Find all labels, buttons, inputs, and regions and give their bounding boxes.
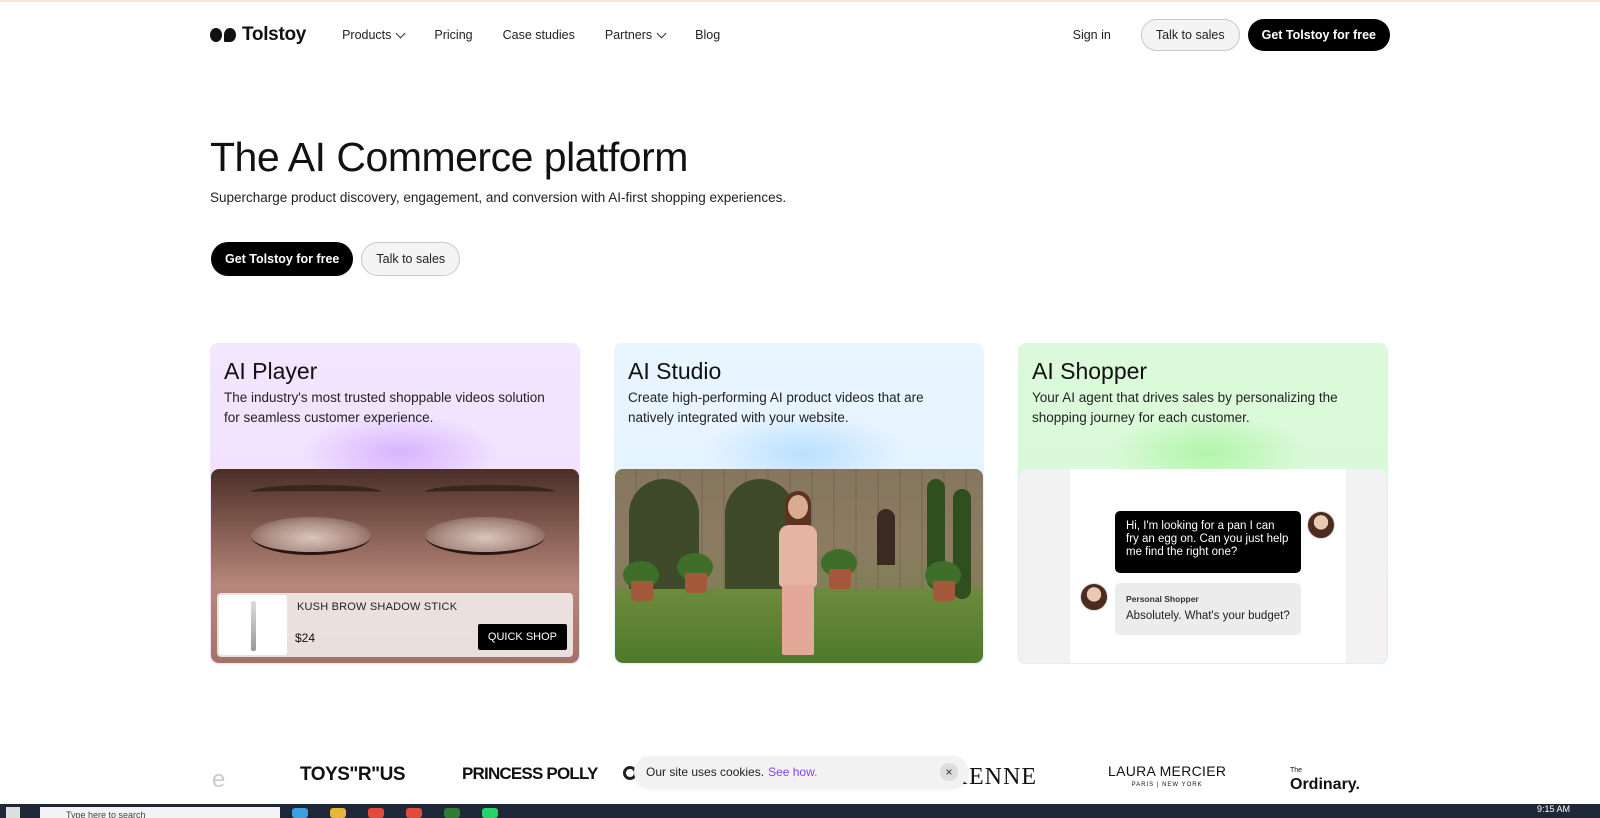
product-price: $24 — [295, 631, 316, 645]
pot — [631, 581, 653, 601]
cookie-see-how-link[interactable]: See how. — [768, 765, 817, 779]
nav-item-pricing[interactable]: Pricing — [434, 28, 472, 42]
user-avatar — [1307, 511, 1335, 539]
the-ordinary-wordmark: Ordinary. — [1290, 776, 1360, 793]
quick-shop-button[interactable]: QUICK SHOP — [477, 624, 567, 650]
nav-item-label: Pricing — [434, 28, 473, 42]
windows-start-icon[interactable] — [6, 807, 20, 818]
eye-makeup-video[interactable]: KUSH BROW SHADOW STICK $24 QUICK SHOP — [211, 469, 579, 663]
nav-actions: Sign in Talk to sales Get Tolstoy for fr… — [1073, 19, 1390, 51]
nav-links: Products Pricing Case studies Partners B… — [342, 28, 720, 42]
the-ordinary-logo: The Ordinary. — [1290, 764, 1360, 793]
taskbar-search-input[interactable]: Type here to search — [40, 807, 280, 818]
whatsapp-icon[interactable] — [482, 808, 498, 818]
close-icon[interactable]: × — [940, 763, 958, 781]
ai-studio-card[interactable]: AI Studio Create high-performing AI prod… — [614, 343, 984, 664]
hero-get-free-button[interactable]: Get Tolstoy for free — [211, 242, 354, 276]
woman-figure — [775, 491, 821, 663]
garden-video[interactable] — [615, 469, 983, 663]
sign-in-link[interactable]: Sign in — [1073, 28, 1111, 42]
pot — [933, 581, 955, 601]
edge-icon[interactable] — [292, 808, 308, 818]
hero-cta-group: Get Tolstoy for free Talk to sales — [211, 242, 461, 276]
taskbar-clock: 9:15 AM — [1536, 804, 1570, 814]
princess-polly-logo: PRINCESS POLLY — [462, 764, 598, 783]
chrome-icon[interactable] — [368, 808, 384, 818]
folder-icon[interactable] — [330, 808, 346, 818]
nav-talk-to-sales-button[interactable]: Talk to sales — [1140, 19, 1240, 51]
quote-logo-icon — [210, 28, 236, 42]
door — [877, 509, 895, 565]
brow-right — [425, 485, 555, 499]
laura-mercier-logo: LAURA MERCIER PARIS | NEW YORK — [1108, 764, 1226, 792]
chrome-icon[interactable] — [406, 808, 422, 818]
os-taskbar: Type here to search 9:15 AM — [0, 804, 1600, 818]
top-accent-line — [0, 0, 1600, 2]
bot-message: Personal Shopper Absolutely. What's your… — [1115, 583, 1301, 635]
nav-item-label: Blog — [695, 28, 721, 42]
product-thumbnail — [219, 595, 287, 655]
partial-logo: e — [212, 766, 226, 793]
chat-panel: Hi, I'm looking for a pan I can fry an e… — [1070, 469, 1346, 663]
shopper-avatar — [1080, 583, 1108, 611]
taskbar-apps — [292, 808, 498, 818]
cookie-text: Our site uses cookies. — [646, 765, 765, 779]
eye-left — [251, 517, 371, 555]
pot — [685, 573, 707, 593]
chevron-down-icon — [656, 28, 667, 38]
toys-r-us-logo: TOYS"R"US — [300, 764, 406, 785]
card-description: The industry's most trusted shoppable vi… — [224, 390, 545, 425]
nav-item-label: Products — [342, 28, 392, 42]
card-title: AI Studio — [628, 358, 722, 384]
chevron-down-icon — [395, 28, 406, 38]
nav-item-blog[interactable]: Blog — [695, 28, 720, 42]
nav-get-free-button[interactable]: Get Tolstoy for free — [1247, 19, 1390, 51]
nav-item-products[interactable]: Products — [342, 28, 406, 42]
brand-name: Tolstoy — [242, 24, 307, 45]
top-nav: Tolstoy Products Pricing Case studies Pa… — [210, 18, 1390, 52]
eye-right — [425, 517, 545, 555]
card-description: Your AI agent that drives sales by perso… — [1032, 390, 1338, 425]
brand-logo[interactable]: Tolstoy — [210, 24, 306, 46]
laura-mercier-wordmark: LAURA MERCIER — [1108, 763, 1227, 779]
nav-item-partners[interactable]: Partners — [604, 28, 667, 42]
brow-left — [251, 485, 381, 499]
hero-talk-to-sales-button[interactable]: Talk to sales — [361, 242, 461, 276]
nav-item-case-studies[interactable]: Case studies — [503, 28, 575, 42]
hero-title: The AI Commerce platform — [210, 134, 688, 180]
product-card: KUSH BROW SHADOW STICK $24 QUICK SHOP — [217, 593, 573, 657]
laura-mercier-sub: PARIS | NEW YORK — [1131, 782, 1203, 788]
card-title: AI Player — [224, 358, 318, 384]
product-name: KUSH BROW SHADOW STICK — [297, 601, 458, 613]
card-description: Create high-performing AI product videos… — [628, 390, 924, 425]
ienne-logo: IENNE — [960, 764, 1037, 790]
ai-shopper-card[interactable]: AI Shopper Your AI agent that drives sal… — [1018, 343, 1388, 664]
nav-item-label: Partners — [604, 28, 653, 42]
bot-name: Personal Shopper — [1126, 594, 1199, 604]
nav-item-label: Case studies — [502, 28, 575, 42]
hero-subtitle: Supercharge product discovery, engagemen… — [210, 190, 787, 205]
chat-demo: Hi, I'm looking for a pan I can fry an e… — [1019, 469, 1387, 663]
ai-player-card[interactable]: AI Player The industry's most trusted sh… — [210, 343, 580, 664]
bot-message-text: Absolutely. What's your budget? — [1126, 610, 1290, 622]
excel-icon[interactable] — [444, 808, 460, 818]
card-title: AI Shopper — [1032, 358, 1148, 384]
pot — [829, 569, 851, 589]
user-message: Hi, I'm looking for a pan I can fry an e… — [1115, 511, 1301, 573]
cookie-banner: Our site uses cookies. See how. × — [634, 756, 968, 788]
